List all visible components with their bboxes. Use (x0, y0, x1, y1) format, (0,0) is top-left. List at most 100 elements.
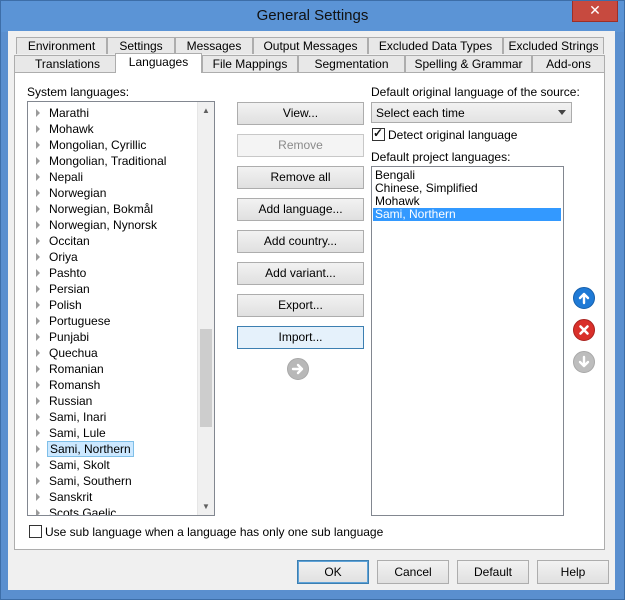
title-bar[interactable]: General Settings ✕ (1, 1, 624, 32)
delete-icon[interactable] (573, 319, 595, 341)
project-languages-list[interactable]: Bengali Chinese, Simplified Mohawk Sami, No… (371, 166, 564, 516)
tab-segmentation[interactable]: Segmentation (298, 55, 405, 72)
language-tree-item[interactable]: Occitan (36, 233, 92, 249)
expand-arrow-icon[interactable] (36, 396, 40, 405)
arrow-down-icon[interactable] (573, 351, 595, 373)
add-country-button[interactable]: Add country... (237, 230, 364, 253)
language-tree-item[interactable]: Sanskrit (36, 489, 94, 505)
language-tree-item[interactable]: Norwegian, Nynorsk (36, 217, 159, 233)
expand-arrow-icon[interactable] (36, 284, 40, 293)
expand-arrow-icon[interactable] (36, 124, 40, 133)
expand-arrow-icon[interactable] (36, 428, 40, 437)
tab-excluded-data-types[interactable]: Excluded Data Types (368, 37, 503, 54)
tab-languages[interactable]: Languages (115, 53, 202, 73)
expand-arrow-icon[interactable] (36, 460, 40, 469)
expand-arrow-icon[interactable] (36, 332, 40, 341)
arrow-up-icon[interactable] (573, 287, 595, 309)
language-tree-item[interactable]: Mohawk (36, 121, 96, 137)
language-tree-item[interactable]: Nepali (36, 169, 85, 185)
expand-arrow-icon[interactable] (36, 364, 40, 373)
help-button[interactable]: Help (537, 560, 609, 584)
import-button[interactable]: Import... (237, 326, 364, 349)
language-name: Polish (49, 298, 82, 312)
language-tree-item[interactable]: Mongolian, Traditional (36, 153, 168, 169)
language-tree-item[interactable]: Norwegian, Bokmål (36, 201, 155, 217)
expand-arrow-icon[interactable] (36, 268, 40, 277)
language-tree-item[interactable]: Polish (36, 297, 84, 313)
language-tree-item[interactable]: Sami, Lule (36, 425, 108, 441)
tab-add-ons[interactable]: Add-ons (532, 55, 605, 72)
expand-arrow-icon[interactable] (36, 348, 40, 357)
view-button[interactable]: View... (237, 102, 364, 125)
add-language-button[interactable]: Add language... (237, 198, 364, 221)
expand-arrow-icon[interactable] (36, 220, 40, 229)
tab-excluded-strings[interactable]: Excluded Strings (503, 37, 604, 54)
language-tree-item[interactable]: Sami, Northern (36, 441, 134, 457)
tab-messages[interactable]: Messages (175, 37, 253, 54)
language-tree-item[interactable]: Marathi (36, 105, 91, 121)
language-name: Sanskrit (49, 490, 93, 504)
language-tree-item[interactable]: Punjabi (36, 329, 91, 345)
expand-arrow-icon[interactable] (36, 444, 40, 453)
system-languages-scrollbar[interactable]: ▲ ▼ (197, 102, 214, 515)
expand-arrow-icon[interactable] (36, 412, 40, 421)
language-tree-item[interactable]: Scots Gaelic (36, 505, 118, 515)
expand-arrow-icon[interactable] (36, 204, 40, 213)
language-name: Norwegian (49, 186, 107, 200)
language-tree-item[interactable]: Russian (36, 393, 94, 409)
expand-arrow-icon[interactable] (36, 140, 40, 149)
tab-file-mappings[interactable]: File Mappings (202, 55, 298, 72)
expand-arrow-icon[interactable] (36, 156, 40, 165)
project-language-item[interactable]: Sami, Northern (373, 208, 561, 221)
expand-arrow-icon[interactable] (36, 108, 40, 117)
language-tree-item[interactable]: Sami, Inari (36, 409, 108, 425)
remove-all-button[interactable]: Remove all (237, 166, 364, 189)
expand-arrow-icon[interactable] (36, 508, 40, 515)
language-tree-item[interactable]: Norwegian (36, 185, 108, 201)
source-language-value: Select each time (376, 106, 465, 120)
expand-arrow-icon[interactable] (36, 172, 40, 181)
source-language-combo[interactable]: Select each time (371, 102, 572, 123)
language-tree-item[interactable]: Sami, Southern (36, 473, 134, 489)
language-tree-item[interactable]: Oriya (36, 249, 80, 265)
tab-translations[interactable]: Translations (14, 55, 121, 72)
language-tree-item[interactable]: Romanian (36, 361, 106, 377)
tab-environment[interactable]: Environment (16, 37, 107, 54)
chevron-down-icon (558, 110, 566, 115)
language-tree-item[interactable]: Romansh (36, 377, 102, 393)
scroll-thumb[interactable] (200, 329, 212, 427)
expand-arrow-icon[interactable] (36, 316, 40, 325)
tab-output-messages[interactable]: Output Messages (253, 37, 368, 54)
language-name: Sami, Northern (47, 441, 134, 457)
language-tree-item[interactable]: Mongolian, Cyrillic (36, 137, 148, 153)
detect-language-checkbox[interactable] (372, 126, 385, 141)
expand-arrow-icon[interactable] (36, 300, 40, 309)
scroll-down-arrow[interactable]: ▼ (198, 498, 214, 515)
language-tree-item[interactable]: Persian (36, 281, 92, 297)
ok-button[interactable]: OK (297, 560, 369, 584)
system-languages-list[interactable]: Marathi Mohawk Mongolian, Cyrillic Mongolia… (27, 101, 215, 516)
default-button[interactable]: Default (457, 560, 529, 584)
close-button[interactable]: ✕ (572, 1, 618, 22)
expand-arrow-icon[interactable] (36, 476, 40, 485)
language-tree-item[interactable]: Pashto (36, 265, 88, 281)
remove-button[interactable]: Remove (237, 134, 364, 157)
expand-arrow-icon[interactable] (36, 236, 40, 245)
language-tree-item[interactable]: Sami, Skolt (36, 457, 112, 473)
tab-settings[interactable]: Settings (107, 37, 175, 54)
export-button[interactable]: Export... (237, 294, 364, 317)
arrow-right-icon[interactable] (287, 358, 309, 380)
language-name: Norwegian, Nynorsk (49, 218, 158, 232)
add-variant-button[interactable]: Add variant... (237, 262, 364, 285)
expand-arrow-icon[interactable] (36, 492, 40, 501)
expand-arrow-icon[interactable] (36, 380, 40, 389)
scroll-up-arrow[interactable]: ▲ (198, 102, 214, 119)
tab-spelling-grammar[interactable]: Spelling & Grammar (405, 55, 532, 72)
language-name: Norwegian, Bokmål (49, 202, 154, 216)
sub-language-checkbox[interactable] (29, 525, 42, 538)
cancel-button[interactable]: Cancel (377, 560, 449, 584)
language-tree-item[interactable]: Quechua (36, 345, 100, 361)
expand-arrow-icon[interactable] (36, 188, 40, 197)
expand-arrow-icon[interactable] (36, 252, 40, 261)
language-tree-item[interactable]: Portuguese (36, 313, 112, 329)
